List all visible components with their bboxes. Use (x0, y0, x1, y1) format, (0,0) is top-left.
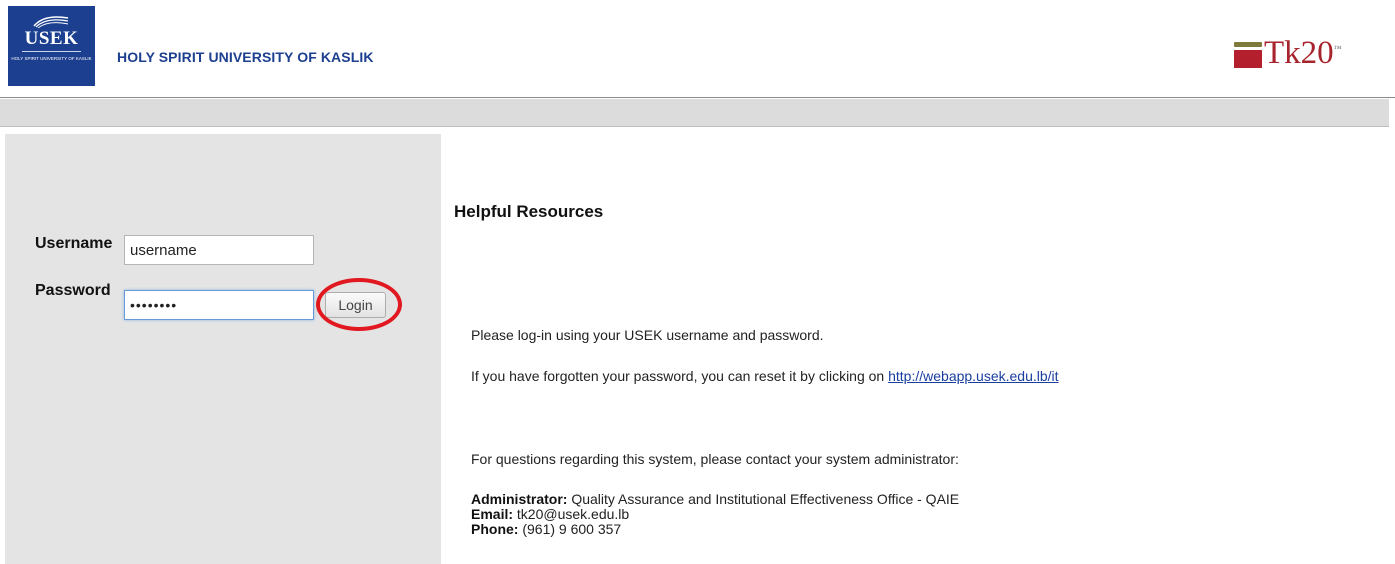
login-instruction: Please log-in using your USEK username a… (471, 327, 824, 343)
reset-password-link[interactable]: http://webapp.usek.edu.lb/it (888, 368, 1058, 384)
logo-subtitle: HOLY SPIRIT UNIVERSITY OF KASLIK (11, 56, 92, 61)
username-input[interactable] (124, 235, 314, 265)
helpful-resources-title: Helpful Resources (454, 202, 604, 221)
university-name: HOLY SPIRIT UNIVERSITY OF KASLIK (117, 49, 374, 65)
password-label: Password (35, 282, 111, 299)
administrator-line: Administrator: Quality Assurance and Ins… (471, 491, 960, 507)
nav-strip (0, 99, 1389, 127)
email-line: Email: tk20@usek.edu.lb (471, 506, 630, 522)
logo-divider (22, 51, 81, 52)
header: USEK HOLY SPIRIT UNIVERSITY OF KASLIK HO… (0, 0, 1395, 98)
tk20-box-icon (1234, 42, 1262, 68)
login-panel: Username Password Login (5, 134, 441, 564)
password-input[interactable] (124, 290, 314, 320)
questions-text: For questions regarding this system, ple… (471, 451, 959, 467)
trademark-symbol: ™ (1333, 44, 1342, 53)
phone-line: Phone: (961) 9 600 357 (471, 521, 622, 537)
usek-logo[interactable]: USEK HOLY SPIRIT UNIVERSITY OF KASLIK (8, 6, 95, 86)
login-button[interactable]: Login (325, 292, 386, 318)
username-label: Username (35, 235, 113, 252)
forgot-password-text: If you have forgotten your password, you… (471, 368, 1059, 384)
contact-info: Administrator: Quality Assurance and Ins… (471, 492, 959, 537)
tk20-wordmark: Tk20™ (1264, 35, 1342, 71)
wave-icon (33, 16, 69, 28)
logo-abbreviation: USEK (24, 28, 79, 49)
